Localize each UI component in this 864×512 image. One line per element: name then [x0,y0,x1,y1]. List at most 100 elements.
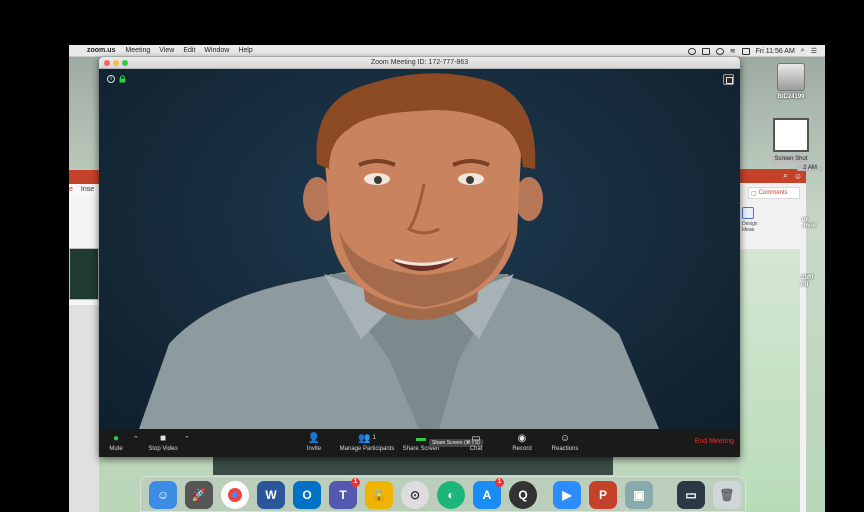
powerpoint-window-left: e Inse [69,170,99,512]
emoji-icon[interactable]: ☺ [794,172,802,181]
comments-label: Comments [758,190,788,196]
mute-label: Mute [109,446,123,452]
menu-view[interactable]: View [159,47,174,54]
ppt-slide-canvas [740,249,800,512]
add-person-icon: 👤 [307,432,321,444]
ppt-right-title-bar: ⌕ ☺ [740,169,806,183]
participant-video-image [139,73,659,429]
zoom-meeting-window: Zoom Meeting ID: 172-777-863 i ● Mute ⌃ … [99,57,740,457]
meeting-controls-toolbar: ● Mute ⌃ ■ Stop Video ⌃ 👤 Invite 👥 1 Mana… [99,429,740,457]
camera-icon: ■ [159,432,167,444]
ppt-ribbon-tabs: e Inse [69,184,99,196]
finder-icon[interactable]: ☺ [149,481,177,509]
design-ideas-label: Design Ideas [742,221,758,233]
zoom-status-icon[interactable] [701,47,710,55]
menu-help[interactable]: Help [238,47,252,54]
participants-label: Manage Participants [339,446,395,452]
menu-window[interactable]: Window [204,47,229,54]
encryption-lock-icon[interactable] [119,75,126,83]
screenshot-app-icon[interactable]: ⊙ [401,481,429,509]
ppt-tab-home[interactable]: e [69,186,73,193]
spotlight-search-icon[interactable]: ⌕ [801,47,805,55]
maximize-window-button[interactable] [122,60,128,66]
chat-label: Chat [469,446,483,452]
invite-button[interactable]: 👤 Invite [303,432,325,456]
participants-count: 1 [372,435,376,441]
preview-icon[interactable]: ▣ [625,481,653,509]
invite-label: Invite [306,446,322,452]
screenshot-time-label: 2 AM [797,165,823,171]
menubar: zoom.us Meeting View Edit Window Help ≋ … [69,45,825,57]
end-meeting-button[interactable]: End Meeting [695,438,734,445]
video-feed: i [99,69,740,429]
menu-edit[interactable]: Edit [183,47,195,54]
zoom-app-icon[interactable]: ▶ [553,481,581,509]
wifi-icon[interactable]: ≋ [730,47,736,55]
reactions-label: Reactions [551,446,579,452]
menubar-status-area: ≋ Fri 11:56 AM ⌕ ☰ [687,45,817,57]
mac-desktop: zoom.us Meeting View Edit Window Help ≋ … [69,45,825,512]
design-ideas-button[interactable]: Design Ideas [742,207,764,233]
launchpad-icon[interactable]: 🚀 [185,481,213,509]
ppt-tab-insert[interactable]: Inse [81,186,94,193]
desktop-jpg-file-label[interactable]: 2bf0 pg [801,275,825,287]
close-window-button[interactable] [104,60,110,66]
comment-icon: ▢ [751,190,757,197]
chat-button[interactable]: ▭ Chat [465,432,487,456]
menu-meeting[interactable]: Meeting [125,47,150,54]
reactions-button[interactable]: ☺ Reactions [549,432,581,456]
stop-video-button[interactable]: ■ Stop Video [145,432,181,456]
sync-status-icon[interactable] [715,47,724,55]
appstore-badge: 1 [495,478,504,487]
zoom-title-bar: Zoom Meeting ID: 172-777-863 [99,57,740,69]
record-label: Record [512,446,532,452]
chrome-icon[interactable] [221,481,249,509]
comments-button[interactable]: ▢ Comments [748,187,800,199]
drive-label: BID24199 [777,94,805,100]
manage-participants-button[interactable]: 👥 1 Manage Participants [337,432,397,456]
hard-drive-icon [777,63,805,91]
ppt-slide-panel [69,305,99,512]
participants-icon: 👥 1 [358,432,376,444]
slide-thumbnail[interactable] [69,248,99,300]
teams-badge: 1 [351,478,360,487]
app-store-icon[interactable]: A1 [473,478,504,509]
meeting-info-icon[interactable]: i [107,75,115,83]
screenshot-label: Screen Shot [772,155,810,163]
desktop-screenshot-file[interactable]: Screen Shot [767,118,815,163]
record-icon: ◉ [517,432,527,444]
desktop-drive[interactable]: BID24199 [773,63,809,100]
menubar-clock[interactable]: Fri 11:56 AM [756,48,795,55]
teams-icon[interactable]: T1 [329,478,360,509]
quicktime-icon[interactable]: Q [509,481,537,509]
ppt-title-bar [69,170,99,184]
screenshot-file-icon [773,118,809,152]
keychain-lock-icon[interactable]: 🔒 [365,481,393,509]
stop-video-label: Stop Video [148,446,178,452]
record-status-icon[interactable] [687,47,696,55]
ppt-slide-strip [213,457,613,475]
notification-center-icon[interactable]: ☰ [811,47,817,55]
outlook-icon[interactable]: O [293,481,321,509]
meeting-id-title: Zoom Meeting ID: 172-777-863 [370,59,469,66]
microphone-icon: ● [112,432,120,444]
record-button[interactable]: ◉ Record [509,432,535,456]
word-icon[interactable]: W [257,481,285,509]
fullscreen-icon[interactable] [723,74,734,85]
minimize-window-button[interactable] [113,60,119,66]
screen: zoom.us Meeting View Edit Window Help ≋ … [0,0,864,512]
trash-icon[interactable]: 🗑 [713,481,741,509]
powerpoint-window-right: ⌕ ☺ ▢ Comments Design Ideas [740,169,806,512]
design-ideas-icon [742,207,754,219]
maps-globe-icon[interactable]: ◐ [437,481,465,509]
search-icon[interactable]: ⌕ [783,171,787,181]
audio-options-chevron-icon[interactable]: ⌃ [133,435,139,443]
chat-icon: ▭ [471,432,481,444]
desktop-mov-file-label[interactable]: ur .mov [802,217,824,229]
menu-app-name[interactable]: zoom.us [87,47,115,54]
powerpoint-icon[interactable]: P [589,481,617,509]
battery-icon[interactable] [741,47,750,55]
video-options-chevron-icon[interactable]: ⌃ [184,435,190,443]
mute-button[interactable]: ● Mute [105,432,127,456]
desktop-folder-icon[interactable]: ▭ [677,481,705,509]
